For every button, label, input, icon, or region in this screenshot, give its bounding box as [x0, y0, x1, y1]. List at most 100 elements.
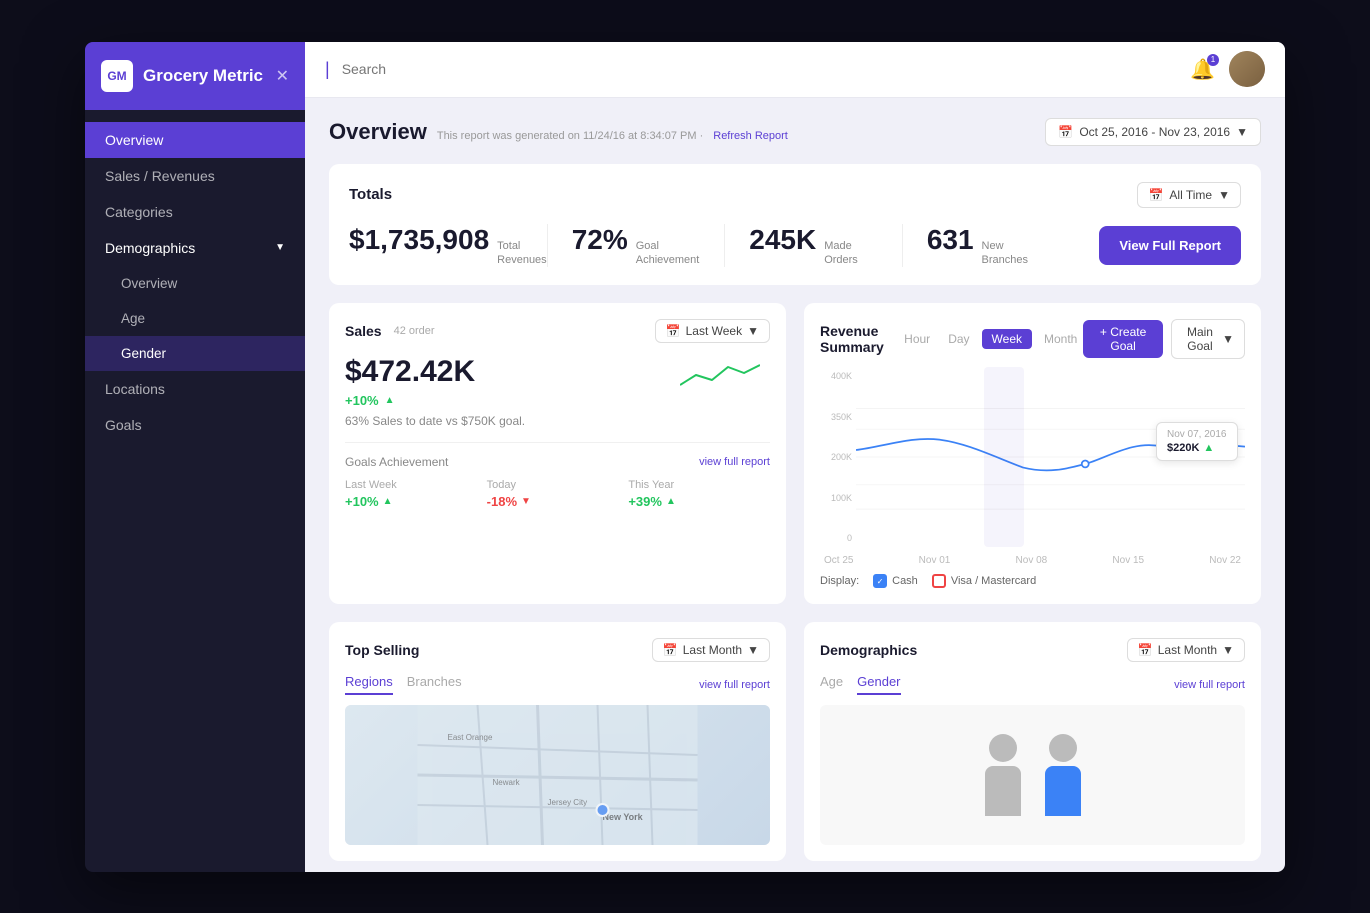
female-body: [985, 766, 1021, 816]
user-avatar[interactable]: [1229, 51, 1265, 87]
map-background: East Orange Newark Jersey City New York: [345, 705, 770, 845]
view-full-report-button[interactable]: View Full Report: [1099, 226, 1241, 265]
chevron-down-icon: ▼: [1236, 125, 1248, 139]
legend-visa[interactable]: Visa / Mastercard: [932, 574, 1036, 588]
goals-view-full-link[interactable]: view full report: [699, 456, 770, 468]
notification-bell-icon[interactable]: 🔔 1: [1190, 57, 1215, 82]
total-revenues-label1: Total: [497, 239, 547, 253]
top-selling-card: Top Selling 📅 Last Month ▼ Regions Branc…: [329, 622, 786, 861]
male-body: [1045, 766, 1081, 816]
map-svg: East Orange Newark Jersey City New York: [345, 705, 770, 845]
goals-achievement: Goals Achievement view full report Last …: [345, 442, 770, 509]
close-icon[interactable]: ✕: [276, 66, 289, 86]
visa-checkbox[interactable]: [932, 574, 946, 588]
topbar-right: 🔔 1: [1190, 51, 1265, 87]
goals-row: Last Week +10% ▲ Today -18% ▼: [345, 479, 770, 509]
refresh-report-link[interactable]: Refresh Report: [713, 130, 788, 142]
page-title: Overview: [329, 119, 427, 145]
calendar-icon: 📅: [663, 643, 678, 657]
top-selling-header: Top Selling 📅 Last Month ▼: [345, 638, 770, 662]
chevron-down-icon: ▼: [1222, 332, 1234, 346]
main-content: | 🔔 1 Overview This report was generated…: [305, 42, 1285, 872]
notification-badge: 1: [1207, 54, 1219, 66]
demographics-chart-area: [820, 705, 1245, 845]
goal-value-today: -18%: [487, 494, 517, 509]
all-time-filter-button[interactable]: 📅 All Time ▼: [1137, 182, 1241, 208]
content-area: Overview This report was generated on 11…: [305, 98, 1285, 872]
top-selling-view-link[interactable]: view full report: [699, 679, 770, 691]
metric-new-branches: 631 New Branches: [902, 224, 1080, 268]
search-input[interactable]: [342, 61, 1182, 77]
sidebar-item-demographics-overview[interactable]: Overview: [85, 266, 305, 301]
revenue-chart-svg: [856, 367, 1245, 547]
new-branches-label2: Branches: [982, 253, 1028, 267]
sidebar-item-sales[interactable]: Sales / Revenues: [85, 158, 305, 194]
y-label-100k: 100K: [820, 493, 852, 503]
chevron-down-icon: ▼: [1222, 643, 1234, 657]
app-name: Grocery Metric: [143, 66, 263, 86]
goal-today: Today -18% ▼: [487, 479, 629, 509]
sales-sparkline: [680, 355, 760, 395]
legend-cash[interactable]: ✓ Cash: [873, 574, 918, 588]
goal-achievement-label1: Goal: [636, 239, 700, 253]
tab-month[interactable]: Month: [1038, 329, 1083, 349]
totals-header: Totals 📅 All Time ▼: [349, 182, 1241, 208]
demographics-filter-button[interactable]: 📅 Last Month ▼: [1127, 638, 1245, 662]
revenue-summary-card: Revenue Summary Hour Day Week Month + Cr…: [804, 303, 1261, 604]
goal-value-last-week: +10%: [345, 494, 379, 509]
overview-title-group: Overview This report was generated on 11…: [329, 119, 788, 145]
goals-achievement-title: Goals Achievement: [345, 455, 448, 469]
tab-branches[interactable]: Branches: [407, 674, 462, 695]
sidebar-nav: Overview Sales / Revenues Categories Dem…: [85, 110, 305, 872]
legend-cash-label: Cash: [892, 575, 918, 587]
goal-period-last-week: Last Week: [345, 479, 487, 491]
main-goal-button[interactable]: Main Goal ▼: [1171, 319, 1245, 359]
cash-checkbox[interactable]: ✓: [873, 574, 887, 588]
x-label-nov01: Nov 01: [919, 555, 951, 566]
report-meta: This report was generated on 11/24/16 at…: [437, 130, 703, 142]
trend-up-icon: ▲: [385, 395, 395, 406]
tab-week[interactable]: Week: [982, 329, 1032, 349]
calendar-icon: 📅: [666, 324, 681, 338]
sidebar-item-demographics-age[interactable]: Age: [85, 301, 305, 336]
tab-age[interactable]: Age: [820, 674, 843, 695]
date-range-label: Oct 25, 2016 - Nov 23, 2016: [1079, 125, 1230, 139]
sidebar-item-goals[interactable]: Goals: [85, 407, 305, 443]
goals-achievement-header: Goals Achievement view full report: [345, 455, 770, 469]
svg-text:Newark: Newark: [493, 778, 521, 787]
tab-regions[interactable]: Regions: [345, 674, 393, 695]
svg-text:New York: New York: [603, 812, 644, 822]
tab-day[interactable]: Day: [942, 329, 975, 349]
made-orders-label2: Orders: [824, 253, 858, 267]
tab-hour[interactable]: Hour: [898, 329, 936, 349]
calendar-icon: 📅: [1138, 643, 1153, 657]
demographics-tabs: Age Gender: [820, 674, 901, 695]
legend-visa-label: Visa / Mastercard: [951, 575, 1036, 587]
chevron-down-icon: ▼: [747, 324, 759, 338]
made-orders-label1: Made: [824, 239, 858, 253]
x-label-nov08: Nov 08: [1016, 555, 1048, 566]
date-range-picker[interactable]: 📅 Oct 25, 2016 - Nov 23, 2016 ▼: [1045, 118, 1261, 146]
goal-this-year: This Year +39% ▲: [628, 479, 770, 509]
lower-row: Top Selling 📅 Last Month ▼ Regions Branc…: [329, 622, 1261, 861]
top-selling-filter-button[interactable]: 📅 Last Month ▼: [652, 638, 770, 662]
totals-metrics: $1,735,908 Total Revenues 72% Goal Achie…: [349, 224, 1241, 268]
avatar-image: [1229, 51, 1265, 87]
overview-header: Overview This report was generated on 11…: [329, 118, 1261, 146]
tab-gender[interactable]: Gender: [857, 674, 900, 695]
y-label-400k: 400K: [820, 371, 852, 381]
sales-filter-button[interactable]: 📅 Last Week ▼: [655, 319, 770, 343]
create-goal-button[interactable]: + Create Goal: [1083, 320, 1162, 358]
sidebar-item-locations[interactable]: Locations: [85, 371, 305, 407]
demographics-view-link[interactable]: view full report: [1174, 679, 1245, 691]
sidebar-item-demographics[interactable]: Demographics ▼: [85, 230, 305, 266]
sidebar-item-demographics-gender[interactable]: Gender: [85, 336, 305, 371]
y-label-200k: 200K: [820, 452, 852, 462]
goal-achievement-value: 72%: [572, 224, 628, 256]
new-branches-value: 631: [927, 224, 974, 256]
x-label-oct25: Oct 25: [824, 555, 853, 566]
map-area: East Orange Newark Jersey City New York: [345, 705, 770, 845]
sidebar-item-overview[interactable]: Overview: [85, 122, 305, 158]
goal-period-today: Today: [487, 479, 629, 491]
sidebar-item-categories[interactable]: Categories: [85, 194, 305, 230]
